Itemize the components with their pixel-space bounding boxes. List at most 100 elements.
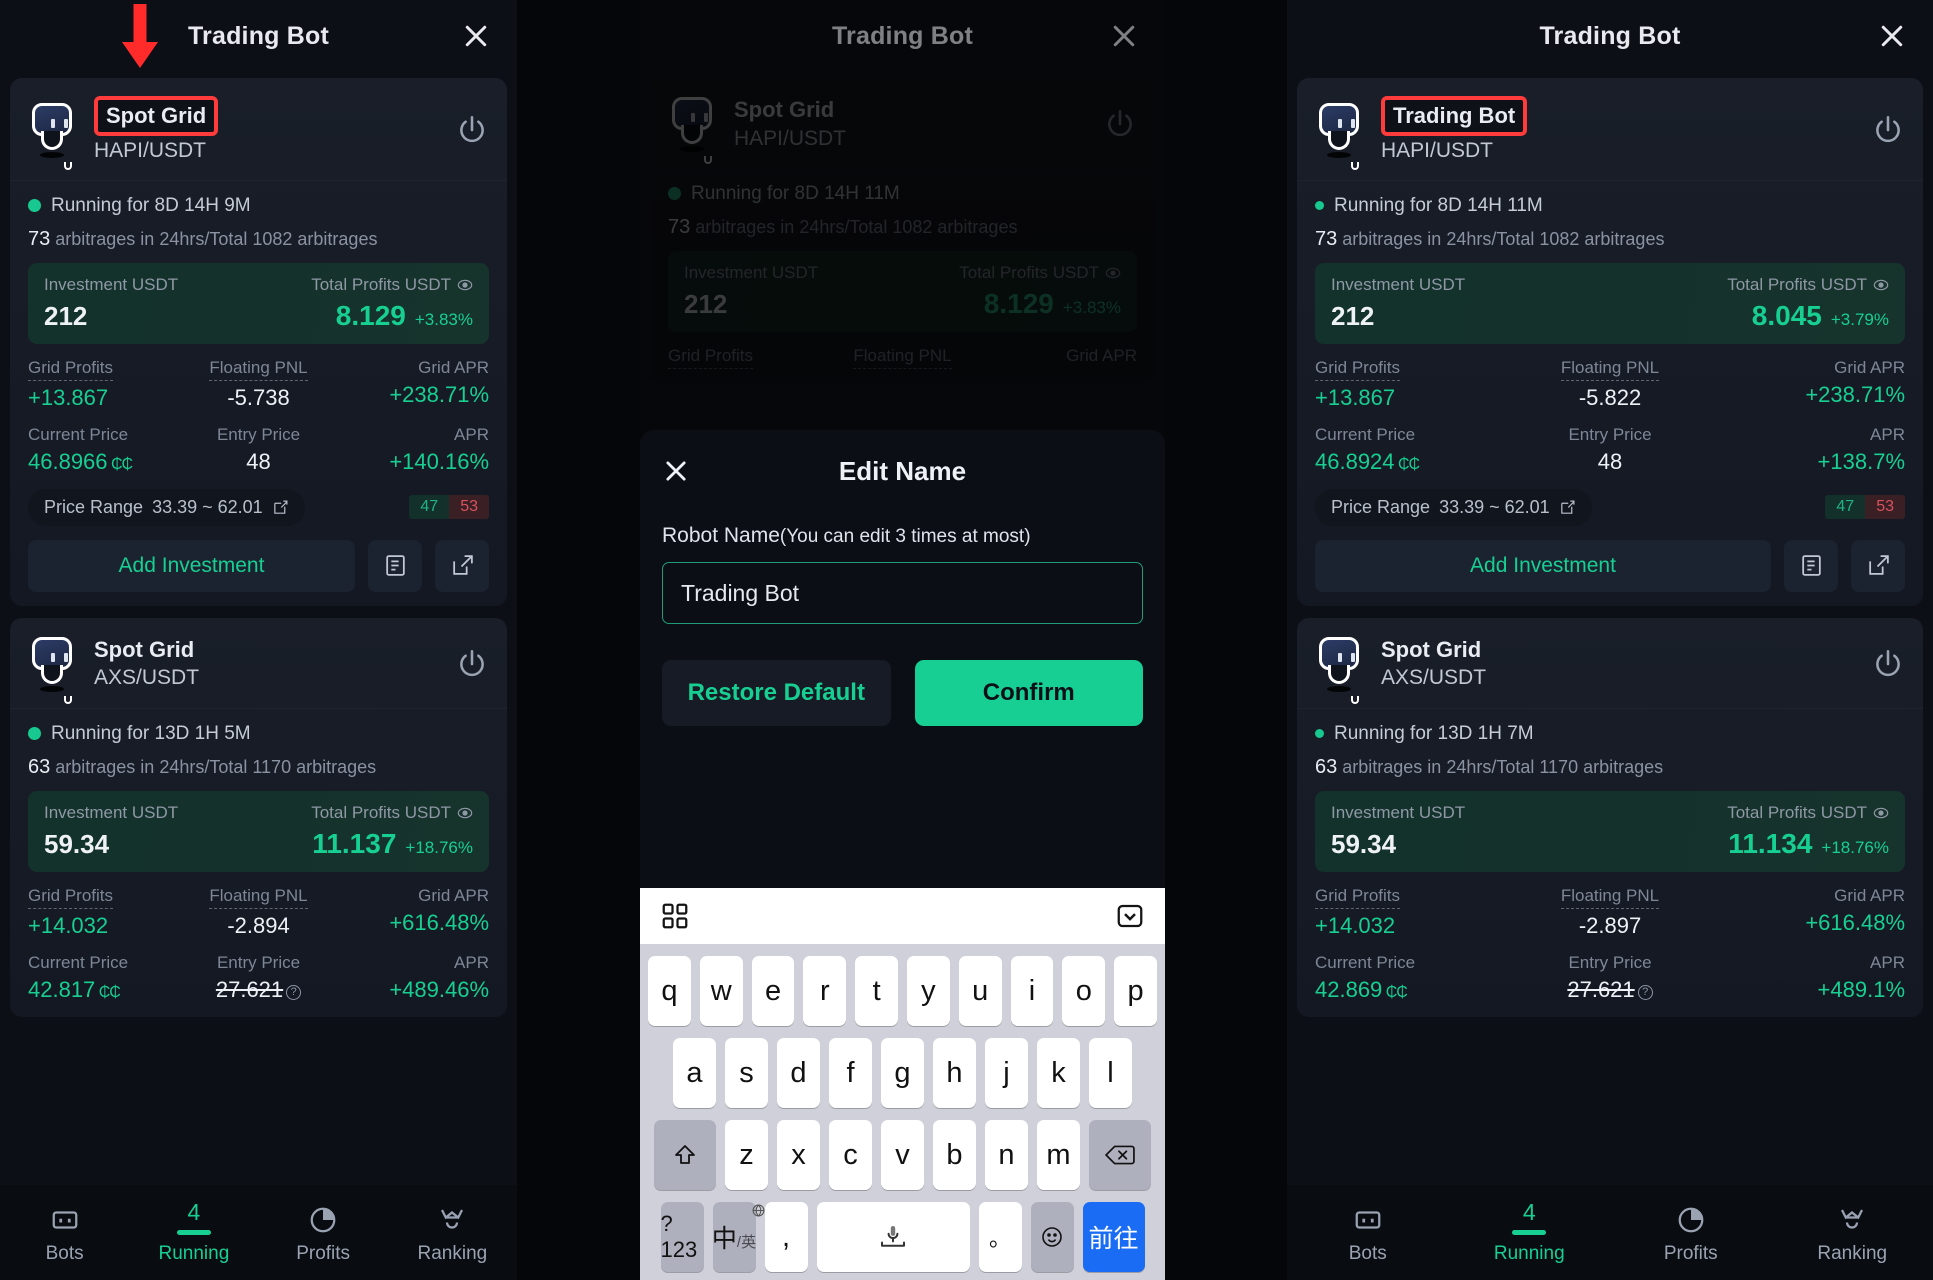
key-o[interactable]: o [1062, 956, 1106, 1026]
bot-card[interactable]: Spot Grid AXS/USDT Running for 13D 1H 5M… [10, 617, 507, 1017]
nav-item-running[interactable]: 4 Running [129, 1200, 258, 1265]
key-l[interactable]: l [1089, 1038, 1132, 1108]
go-key[interactable]: 前往 [1082, 1202, 1145, 1272]
candlestick-icon[interactable]: ₵₵ [95, 984, 121, 1001]
share-external-icon[interactable] [1851, 539, 1905, 592]
status-text: Running for 8D 14H 11M [1334, 194, 1543, 216]
nav-item-bots[interactable]: Bots [1287, 1201, 1449, 1265]
key-r[interactable]: r [803, 956, 847, 1026]
power-icon[interactable] [1871, 113, 1905, 147]
shift-icon[interactable] [654, 1120, 716, 1190]
candlestick-icon[interactable]: ₵₵ [1395, 456, 1420, 473]
key-i[interactable]: i [1010, 956, 1054, 1026]
key-f[interactable]: f [829, 1038, 872, 1108]
grid-profits-value: +13.867 [28, 384, 109, 410]
nav-item-profits[interactable]: Profits [259, 1201, 388, 1265]
key-a[interactable]: a [673, 1038, 716, 1108]
key-t[interactable]: t [855, 956, 898, 1026]
bot-card[interactable]: Trading Bot HAPI/USDT Running for 8D 14H… [1297, 78, 1923, 606]
key-v[interactable]: v [881, 1120, 924, 1190]
key-x[interactable]: x [777, 1120, 820, 1190]
power-icon[interactable] [455, 647, 489, 681]
card-actions: Add Investment [1315, 539, 1905, 592]
metrics-row-1: Grid Profits +14.032 Floating PNL -2.897 G… [1315, 886, 1905, 939]
key-b[interactable]: b [933, 1120, 976, 1190]
status-dot-icon [1315, 201, 1324, 211]
edit-icon[interactable] [1559, 499, 1576, 516]
investment-summary-box: Investment USDT Total Profits USDT 59.34… [28, 790, 489, 872]
key-s[interactable]: s [725, 1038, 768, 1108]
candlestick-icon[interactable]: ₵₵ [108, 456, 133, 473]
key-d[interactable]: d [777, 1038, 820, 1108]
robot-name-input[interactable]: Trading Bot [662, 562, 1143, 624]
nav-item-bots[interactable]: Bots [0, 1201, 129, 1265]
close-icon[interactable] [662, 457, 690, 485]
space-key[interactable] [816, 1202, 970, 1272]
order-list-icon[interactable] [1784, 539, 1838, 592]
numeric-key[interactable]: ?123 [660, 1202, 704, 1272]
key-h[interactable]: h [933, 1038, 976, 1108]
key-c[interactable]: c [829, 1120, 872, 1190]
backspace-icon[interactable] [1089, 1120, 1151, 1190]
status-text: Running for 13D 1H 7M [1334, 722, 1534, 744]
language-switch-key[interactable]: 中 / 英 [712, 1202, 765, 1272]
price-range-chip[interactable]: Price Range 33.39 ~ 62.01 [28, 488, 305, 526]
grid-apps-icon[interactable] [660, 901, 690, 931]
key-y[interactable]: y [907, 956, 950, 1026]
eye-icon[interactable] [1873, 277, 1889, 293]
add-investment-button[interactable]: Add Investment [28, 539, 355, 592]
key-z[interactable]: z [725, 1120, 768, 1190]
close-icon[interactable] [1877, 21, 1907, 51]
floating-pnl-label: Floating PNL [209, 886, 308, 909]
bot-card[interactable]: Spot Grid AXS/USDT Running for 13D 1H 7M… [1297, 617, 1923, 1017]
help-icon[interactable]: ? [1637, 984, 1653, 1000]
key-w[interactable]: w [699, 956, 743, 1026]
down-arrow-annotation [118, 4, 162, 70]
key-u[interactable]: u [958, 956, 1002, 1026]
keyboard-row-4: ?123 中 / 英 , 。 前往 [640, 1202, 1165, 1272]
power-icon[interactable] [1871, 647, 1905, 681]
nav-item-ranking[interactable]: Ranking [388, 1201, 517, 1265]
eye-icon[interactable] [457, 805, 473, 821]
key-m[interactable]: m [1037, 1120, 1080, 1190]
candlestick-icon[interactable]: ₵₵ [1382, 984, 1408, 1001]
key-p[interactable]: p [1114, 956, 1157, 1026]
order-list-icon[interactable] [368, 539, 422, 592]
key-q[interactable]: q [648, 956, 691, 1026]
entry-price-value: 48 [1597, 448, 1623, 474]
grid-profits-label: Grid Profits [1315, 358, 1401, 381]
chevron-down-icon[interactable] [1115, 901, 1145, 931]
nav-item-ranking[interactable]: Ranking [1772, 1201, 1933, 1265]
grid-apr-value: +616.48% [1805, 909, 1906, 935]
bottom-nav: Bots 4 Running Profits Ranking [1287, 1185, 1933, 1280]
emoji-icon[interactable] [1030, 1202, 1074, 1272]
comma-key[interactable]: , [764, 1202, 808, 1272]
screenshot-stage: Trading Bot Spot Grid HAPI/USDT Running … [0, 0, 1933, 1280]
confirm-button[interactable]: Confirm [914, 660, 1143, 726]
power-icon[interactable] [455, 113, 489, 147]
period-key[interactable]: 。 [978, 1202, 1022, 1272]
key-n[interactable]: n [985, 1120, 1028, 1190]
share-external-icon[interactable] [435, 539, 489, 592]
total-profits-value: 8.129 [335, 299, 406, 331]
nav-item-profits[interactable]: Profits [1610, 1201, 1772, 1265]
total-profits-label: Total Profits USDT [1727, 802, 1867, 822]
metrics-row-2: Current Price 42.817 ₵₵ Entry Price 27.6… [28, 953, 489, 1003]
bot-card[interactable]: Spot Grid HAPI/USDT Running for 8D 14H 9… [10, 78, 507, 606]
key-j[interactable]: j [985, 1038, 1028, 1108]
edit-icon[interactable] [272, 499, 289, 516]
robot-avatar-icon [1315, 102, 1363, 170]
eye-icon[interactable] [1873, 805, 1889, 821]
nav-item-running[interactable]: 4 Running [1449, 1200, 1611, 1265]
help-icon[interactable]: ? [286, 984, 302, 1000]
nav-label-running: Running [1493, 1242, 1565, 1264]
key-k[interactable]: k [1037, 1038, 1080, 1108]
price-range-chip[interactable]: Price Range 33.39 ~ 62.01 [1315, 488, 1592, 526]
restore-default-button[interactable]: Restore Default [662, 660, 891, 726]
close-icon[interactable] [461, 21, 491, 51]
microphone-icon [881, 1226, 905, 1247]
add-investment-button[interactable]: Add Investment [1315, 539, 1771, 592]
eye-icon[interactable] [457, 277, 473, 293]
key-e[interactable]: e [751, 956, 795, 1026]
key-g[interactable]: g [881, 1038, 924, 1108]
